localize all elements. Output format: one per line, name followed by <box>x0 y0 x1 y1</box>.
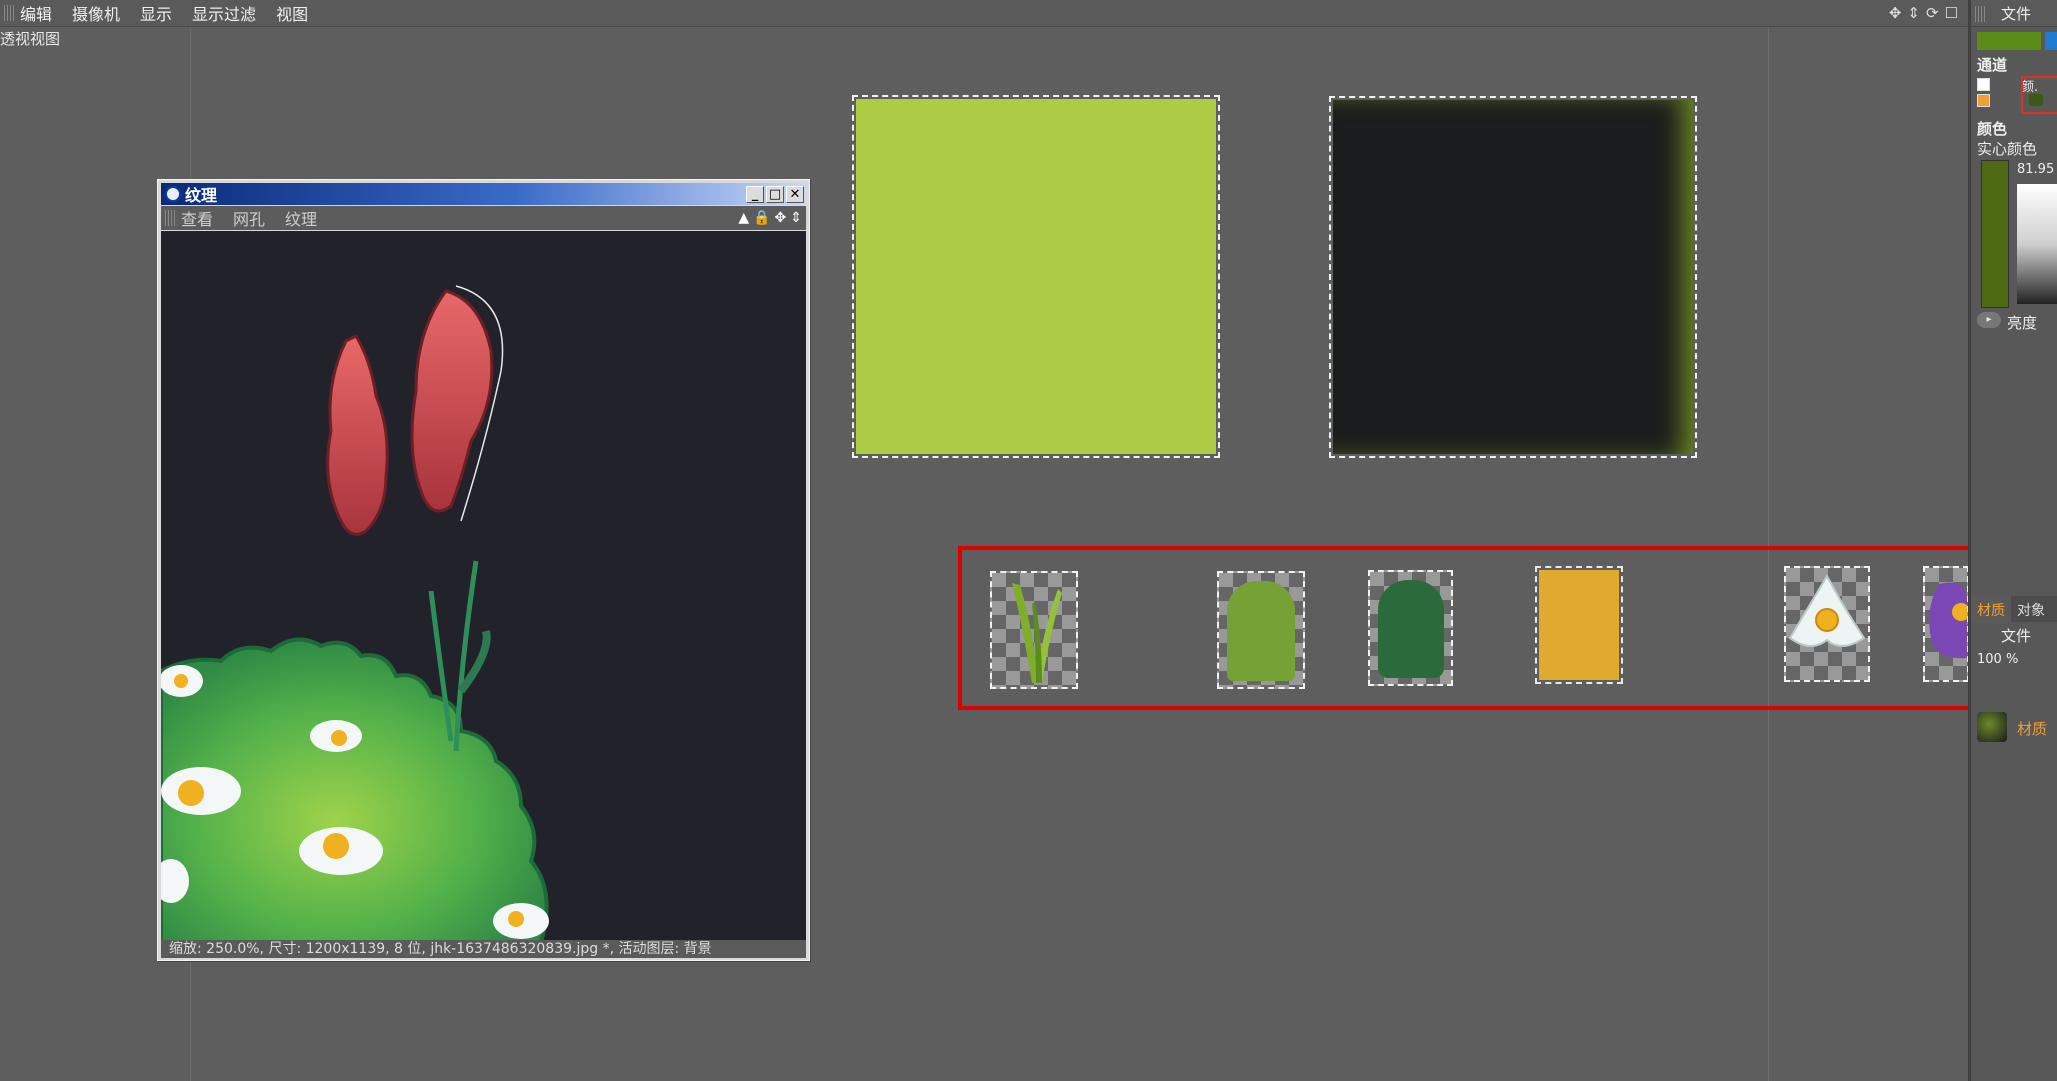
dark-green-shape <box>1378 580 1444 678</box>
maximize-icon[interactable]: ☐ <box>1945 4 1958 22</box>
dark-texture <box>1333 100 1693 454</box>
orange-yellow-fill <box>1539 570 1619 680</box>
menu-display[interactable]: 显示 <box>140 1 172 25</box>
swatch-purple-flower[interactable] <box>1923 566 1970 682</box>
selection-dark[interactable] <box>1329 96 1697 458</box>
menu-edit[interactable]: 编辑 <box>20 1 52 25</box>
brightness-gradient[interactable] <box>2017 184 2057 304</box>
channel-icon-2[interactable] <box>1977 94 1990 107</box>
file-label[interactable]: 文件 <box>2001 3 2031 24</box>
material-label[interactable]: 材质 <box>2017 718 2047 739</box>
swatch-white-flower[interactable] <box>1784 566 1870 682</box>
texture-window-title: 纹理 <box>185 186 218 205</box>
channel-icon[interactable] <box>1977 78 1990 91</box>
maximize-button[interactable]: □ <box>766 186 784 203</box>
rotate-icon[interactable]: ⟳ <box>1926 4 1939 22</box>
menu-texture[interactable]: 纹理 <box>285 206 317 230</box>
minimize-button[interactable]: _ <box>746 186 764 203</box>
texture-menubar: 查看 网孔 纹理 ▲ 🔒 ✥ ⇕ <box>161 206 806 230</box>
right-panel-grip[interactable] <box>1975 6 1985 22</box>
texture-menu-grip[interactable] <box>165 210 175 226</box>
viewport-label: 透视视图 <box>0 30 61 48</box>
menubar-grip[interactable] <box>4 5 14 21</box>
texture-canvas[interactable] <box>161 231 806 940</box>
viewport-tools: ✥ ⇕ ⟳ ☐ <box>1889 4 1958 22</box>
white-flower-image <box>1788 573 1866 647</box>
right-panel-header: 文件 <box>1971 0 2057 27</box>
play-icon[interactable]: ▸ <box>1977 312 2001 328</box>
material-tabs: 材质 对象 <box>1971 596 2057 622</box>
color-label: 颜色 <box>1977 120 2008 138</box>
purple-flower-image <box>1929 582 1970 659</box>
move-icon[interactable]: ✥ <box>775 210 787 226</box>
green-bar[interactable] <box>1977 32 2041 50</box>
swatch-grass-blades[interactable] <box>990 571 1078 689</box>
tab-material[interactable]: 材质 <box>1971 596 2011 622</box>
file-label-2[interactable]: 文件 <box>2001 625 2031 646</box>
blue-tab[interactable] <box>2045 32 2057 50</box>
menu-display-filter[interactable]: 显示过滤 <box>192 1 256 25</box>
material-thumbnail[interactable] <box>1977 712 2007 742</box>
menubar: 编辑 摄像机 显示 显示过滤 视图 ✥ ⇕ ⟳ ☐ <box>0 0 1968 27</box>
menu-view[interactable]: 视图 <box>276 1 308 25</box>
right-panel: 文件 通道 颜. 颜色 实心颜色 81.95 ▸ 亮度 材质 对象 文件 100… <box>1968 0 2057 1081</box>
app-root: 编辑 摄像机 显示 显示过滤 视图 ✥ ⇕ ⟳ ☐ 透视视图 纹理 _ □ ✕ … <box>0 0 2057 1081</box>
solid-color[interactable]: 实心颜色 <box>1977 138 2037 159</box>
swatch-medium-green[interactable] <box>1217 571 1305 689</box>
swatch-orange-yellow[interactable] <box>1535 566 1623 684</box>
app-icon <box>165 186 181 202</box>
channel-color <box>2029 94 2043 106</box>
texture-window: 纹理 _ □ ✕ 查看 网孔 纹理 ▲ 🔒 ✥ ⇕ 缩放: 250.0%, 尺寸… <box>157 179 810 961</box>
zoom-value[interactable]: 100 % <box>1977 652 2018 667</box>
close-button[interactable]: ✕ <box>786 186 804 203</box>
texture-tools: ▲ 🔒 ✥ ⇕ <box>738 210 802 226</box>
grass-blades-image <box>1012 583 1062 683</box>
histogram-icon[interactable]: ▲ <box>738 210 749 226</box>
brightness-label: 亮度 <box>2007 314 2038 332</box>
color-value: 81.95 <box>2017 162 2055 177</box>
channel-label: 通道 <box>1977 56 2008 74</box>
color-strip[interactable] <box>1981 160 2009 308</box>
window-buttons: _ □ ✕ <box>746 186 804 203</box>
swatch-dark-green[interactable] <box>1368 570 1453 686</box>
zoom-icon[interactable]: ⇕ <box>1907 4 1920 22</box>
move-icon[interactable]: ✥ <box>1889 4 1902 22</box>
selection-light-green[interactable] <box>852 95 1220 458</box>
texture-status-bar: 缩放: 250.0%, 尺寸: 1200x1139, 8 位, jhk-1637… <box>161 940 806 958</box>
lock-icon[interactable]: 🔒 <box>753 210 770 226</box>
menu-mesh[interactable]: 网孔 <box>233 206 265 230</box>
zoom-icon[interactable]: ⇕ <box>790 210 802 226</box>
light-green-texture <box>856 99 1216 454</box>
medium-green-shape <box>1227 581 1295 681</box>
menu-camera[interactable]: 摄像机 <box>72 1 120 25</box>
menu-view-tex[interactable]: 查看 <box>181 206 213 230</box>
texture-window-titlebar[interactable]: 纹理 _ □ ✕ <box>161 183 806 205</box>
tab-object[interactable]: 对象 <box>2011 596 2051 622</box>
texture-image <box>161 231 806 940</box>
channel-color-box[interactable] <box>2021 76 2057 114</box>
